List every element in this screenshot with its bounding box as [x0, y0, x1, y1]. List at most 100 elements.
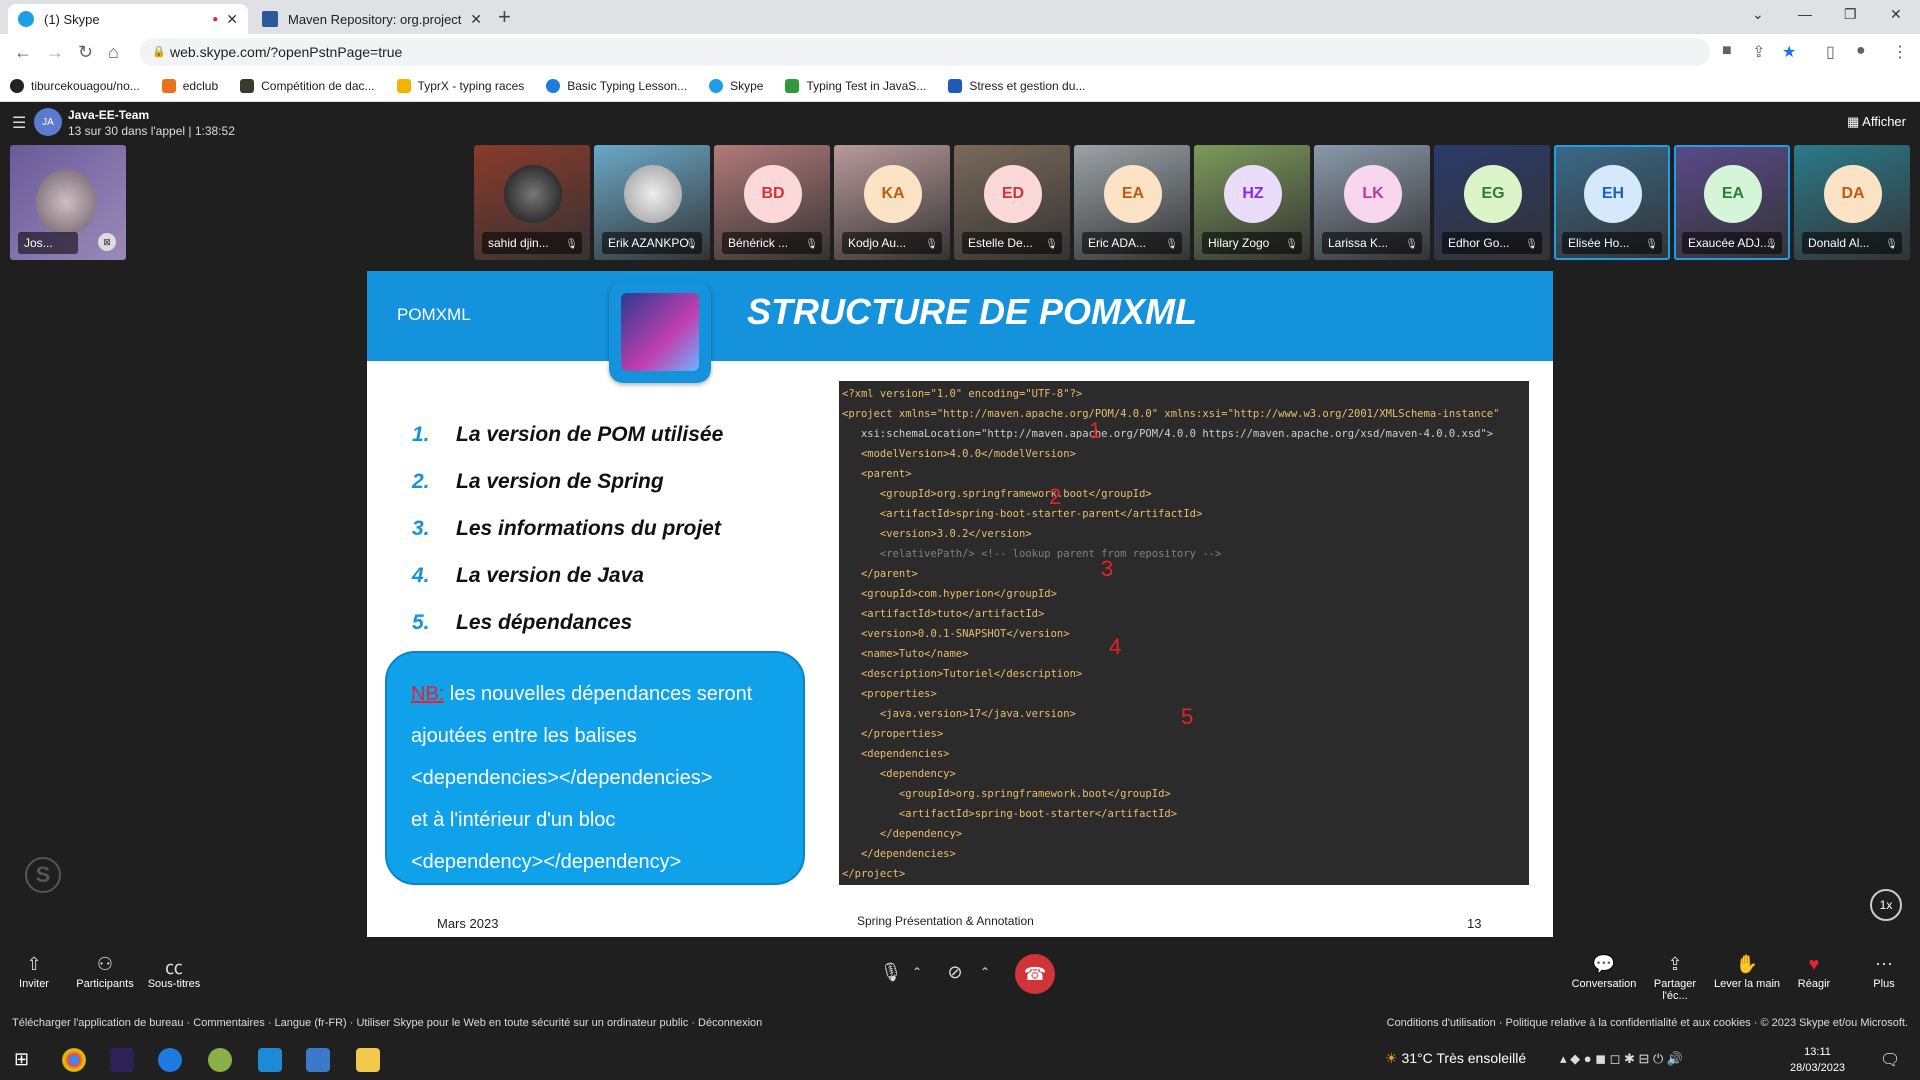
participant-avatar: EG [1464, 165, 1522, 223]
participant-tile[interactable]: sahid djin... 🎙 [474, 145, 590, 260]
bookmark-item[interactable]: TyprX - typing races [396, 78, 524, 93]
mic-muted-icon: 🎙 [1405, 239, 1418, 250]
mic-muted-icon: 🎙 [1285, 239, 1298, 250]
participants-button[interactable]: ⚇ Participants [74, 954, 136, 990]
bookmark-item[interactable]: edclub [161, 78, 218, 93]
conversation-button[interactable]: 💬 Conversation [1570, 954, 1638, 990]
code-line: </dependencies> [842, 848, 956, 860]
participant-tile[interactable]: DA Donald Al... 🎙 [1794, 145, 1910, 260]
participant-tile[interactable]: ED Estelle De... 🎙 [954, 145, 1070, 260]
side-panel-icon[interactable]: ▯ [1826, 42, 1835, 62]
participant-avatar: LK [1344, 165, 1402, 223]
edge-icon[interactable] [158, 1048, 182, 1072]
notification-icon[interactable]: 🗨 [1880, 1050, 1900, 1070]
edclub-icon [161, 78, 176, 93]
participant-tile[interactable]: LK Larissa K... 🎙 [1314, 145, 1430, 260]
video-toggle-button[interactable]: ⊘ [937, 954, 973, 990]
mic-muted-icon: 🎙 [1885, 239, 1898, 250]
system-tray[interactable]: ▴ ◆ ● ◼ ◻ ✱ ⊟ ⏻ 🔊 [1560, 1051, 1683, 1067]
bookmark-item[interactable]: Skype [709, 78, 763, 93]
react-button[interactable]: ♥ Réagir [1792, 954, 1836, 990]
typing-icon [546, 78, 561, 93]
camera-icon[interactable]: ■ [1722, 42, 1732, 60]
mic-muted-icon: 🎙 [1645, 239, 1658, 250]
app-icon[interactable] [208, 1048, 232, 1072]
slide-footer-date: Mars 2023 [437, 916, 499, 931]
mic-muted-icon: 🎙 [565, 239, 578, 250]
tab-maven[interactable]: Maven Repository: org.projectlom ✕ [252, 4, 492, 34]
code-line: <groupId>org.springframework.boot</group… [842, 488, 1152, 500]
self-video-tile[interactable]: Jos... ⊠ [10, 145, 126, 260]
code-line: <artifactId>spring-boot-starter</artifac… [842, 808, 1178, 820]
hang-up-button[interactable]: ☎ [1015, 954, 1055, 994]
participant-tile[interactable]: BD Bénérick ... 🎙 [714, 145, 830, 260]
pom-code-block: 1 2 3 4 5 <?xml version="1.0" encoding="… [839, 381, 1529, 885]
marker-5: 5 [1181, 704, 1194, 729]
participant-tile[interactable]: HZ Hilary Zogo 🎙 [1194, 145, 1310, 260]
view-layout-button[interactable]: ▦ Afficher [1847, 114, 1906, 130]
file-explorer-icon[interactable] [356, 1048, 380, 1072]
participant-avatar: ED [984, 165, 1042, 223]
slide-section: POMXML [397, 305, 471, 324]
bookmark-item[interactable]: Stress et gestion du... [948, 78, 1085, 93]
mic-options-chevron-icon[interactable]: ⌃ [905, 954, 929, 990]
eclipse-icon[interactable] [110, 1048, 134, 1072]
home-icon[interactable]: ⌂ [108, 42, 119, 63]
close-window-icon[interactable]: ✕ [1890, 6, 1902, 23]
camera-off-icon[interactable]: ⊠ [98, 233, 116, 251]
chat-icon: 💬 [1592, 954, 1616, 974]
participant-tile[interactable]: EH Elisée Ho... 🎙 [1554, 145, 1670, 260]
bookmark-item[interactable]: Basic Typing Lesson... [546, 78, 687, 93]
reload-icon[interactable]: ↻ [78, 42, 93, 63]
clock[interactable]: 13:11 28/03/2023 [1790, 1044, 1845, 1076]
minimize-icon[interactable]: — [1798, 6, 1812, 22]
captions-button[interactable]: ㏄ Sous-titres [146, 954, 202, 990]
share-page-icon[interactable]: ⇪ [1752, 42, 1765, 62]
windows-start-icon[interactable]: ⊞ [14, 1049, 29, 1070]
call-title[interactable]: Java-EE-Team [68, 108, 149, 122]
vscode-icon[interactable] [258, 1048, 282, 1072]
participant-avatar: DA [1824, 165, 1882, 223]
share-screen-button[interactable]: ⇪ Partager l'éc... [1640, 954, 1710, 1002]
address-bar[interactable]: 🔒 web.skype.com/?openPstnPage=true [140, 38, 1710, 66]
browser-tab-strip: (1) Skype ● ✕ Maven Repository: org.proj… [0, 0, 1920, 34]
bookmark-item[interactable]: tiburcekouagou/no... [10, 78, 140, 93]
more-button[interactable]: ⋯ Plus [1864, 954, 1904, 990]
weather-widget[interactable]: ☀ 31°C Très ensoleillé [1385, 1050, 1526, 1067]
tab-skype[interactable]: (1) Skype ● ✕ [8, 4, 248, 34]
menu-icon[interactable]: ⋮ [1892, 42, 1908, 62]
maximize-icon[interactable]: ❐ [1844, 6, 1857, 23]
mic-mute-button[interactable]: 🎙 [873, 954, 909, 990]
bookmark-star-icon[interactable]: ★ [1782, 42, 1796, 62]
back-icon[interactable]: ← [14, 42, 32, 63]
participant-tile[interactable]: KA Kodjo Au... 🎙 [834, 145, 950, 260]
profile-icon[interactable]: ● [1856, 42, 1866, 60]
participant-tile[interactable]: EA Eric ADA... 🎙 [1074, 145, 1190, 260]
bookmark-item[interactable]: Typing Test in JavaS... [785, 78, 926, 93]
new-tab-icon[interactable]: + [498, 4, 511, 30]
note-line: <dependencies></dependencies> [411, 767, 713, 789]
raise-hand-button[interactable]: ✋ Lever la main [1712, 954, 1782, 990]
hamburger-menu-icon[interactable]: ☰ [12, 113, 26, 133]
note-line: et à l'intérieur d'un bloc [411, 809, 616, 831]
share-icon: ⇧ [26, 954, 42, 974]
participant-tile[interactable]: EG Edhor Go... 🎙 [1434, 145, 1550, 260]
forward-icon[interactable]: → [46, 42, 64, 63]
code-line: <version>3.0.2</version> [842, 528, 1032, 540]
invite-button[interactable]: ⇧ Inviter [14, 954, 54, 990]
grid-icon: ▦ [1846, 114, 1863, 129]
tab-search-icon[interactable]: ⌄ [1752, 6, 1764, 23]
photos-icon[interactable] [306, 1048, 330, 1072]
video-options-chevron-icon[interactable]: ⌃ [973, 954, 997, 990]
close-tab-icon[interactable]: ✕ [470, 11, 482, 28]
code-line: <properties> [842, 688, 937, 700]
participant-tile[interactable]: Erik AZANKPO 🎙 [594, 145, 710, 260]
footer-links-right[interactable]: Conditions d'utilisation · Politique rel… [1387, 1017, 1908, 1029]
footer-links-left[interactable]: Télécharger l'application de bureau · Co… [12, 1017, 762, 1029]
call-subtitle: 13 sur 30 dans l'appel | 1:38:52 [68, 124, 235, 138]
chrome-icon[interactable] [62, 1048, 86, 1072]
close-tab-icon[interactable]: ✕ [226, 11, 238, 28]
playback-rate-button[interactable]: 1x [1870, 889, 1902, 921]
participant-tile[interactable]: EA Exaucée ADJ... 🎙 [1674, 145, 1790, 260]
bookmark-item[interactable]: Compétition de dac... [240, 78, 375, 93]
